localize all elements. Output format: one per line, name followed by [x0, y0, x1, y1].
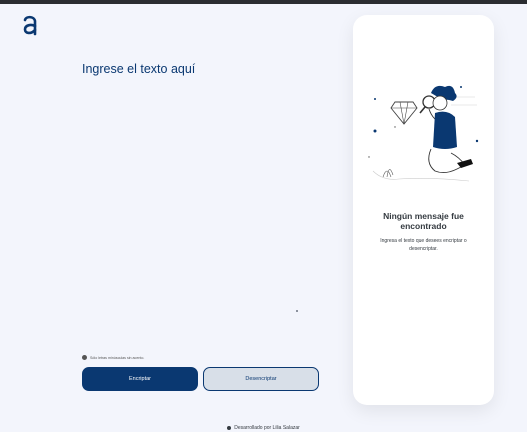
encrypt-button[interactable]: Encriptar	[82, 367, 198, 391]
footer-dot-icon	[227, 426, 232, 430]
info-icon	[82, 355, 87, 360]
panel-title: Ningún mensaje fue encontrado	[383, 211, 464, 231]
panel-text: Ingresa el texto que desees encriptar o …	[380, 238, 467, 252]
output-panel: Ningún mensaje fue encontrado Ingresa el…	[353, 15, 494, 405]
hint-text: Sólo letras minúsculas sin acento.	[90, 355, 145, 360]
stray-dot	[296, 310, 298, 312]
decrypt-button[interactable]: Desencriptar	[203, 367, 319, 391]
main-page: Sólo letras minúsculas sin acento. Encri…	[0, 4, 527, 432]
footer-text: Desarrollado por Lilia Salazar	[234, 425, 300, 431]
footer: Desarrollado por Lilia Salazar	[0, 425, 527, 431]
message-input[interactable]	[82, 62, 322, 332]
alura-a-logo-icon	[23, 15, 37, 36]
person-with-magnifier-icon	[368, 85, 479, 182]
hint: Sólo letras minúsculas sin acento.	[82, 355, 144, 360]
